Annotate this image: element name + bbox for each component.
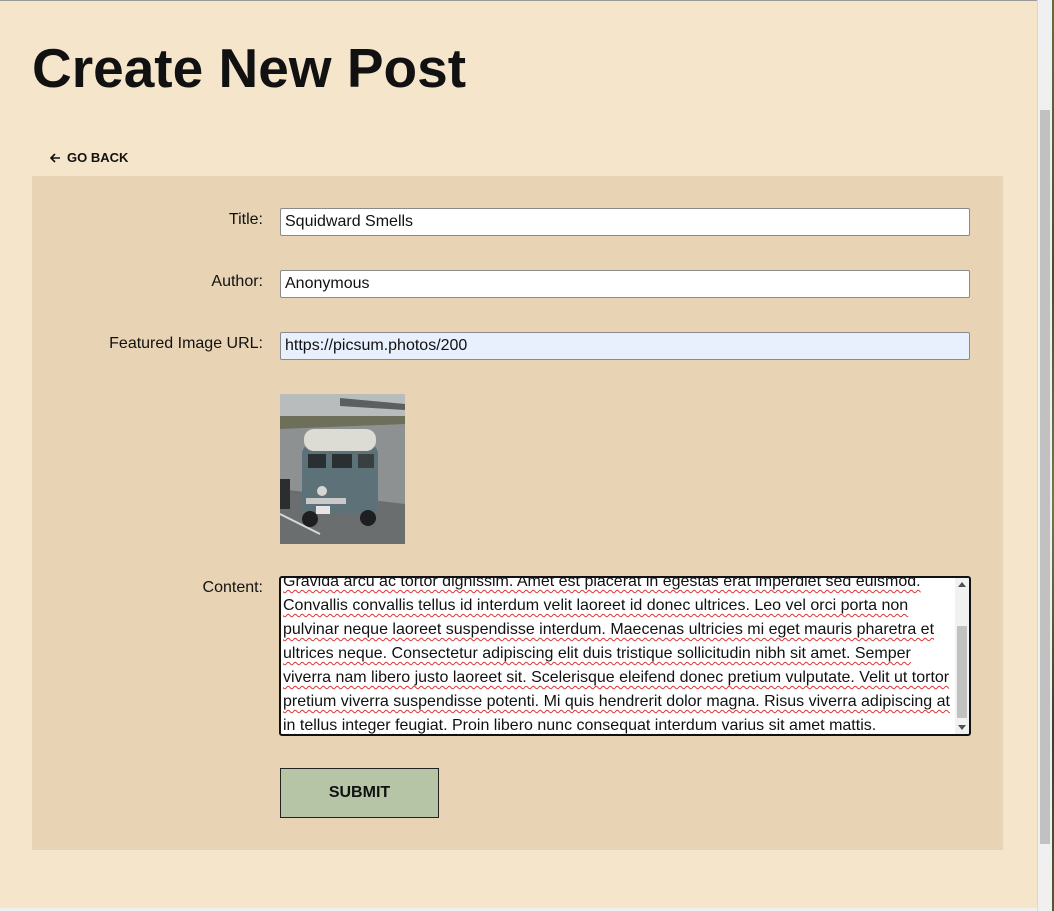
content-text: Gravida arcu ac tortor dignissim. Amet e… <box>283 576 951 734</box>
window-top-border <box>0 0 1054 1</box>
van-photo <box>280 394 405 544</box>
go-back-label: GO BACK <box>67 150 129 165</box>
content-scrollbar[interactable] <box>955 578 969 734</box>
content-line: viverra nam libero justo laoreet sit. Sc… <box>283 669 950 686</box>
page-scrollbar-thumb[interactable] <box>1040 110 1050 844</box>
page-title: Create New Post <box>32 37 467 99</box>
featured-image-url-input[interactable] <box>280 332 970 360</box>
submit-button[interactable]: SUBMIT <box>280 768 439 818</box>
content-line: pretium viverra suspendisse potenti. Mi … <box>283 693 950 710</box>
content-line: Gravida arcu ac tortor dignissim. Amet e… <box>283 576 921 590</box>
scroll-up-arrow-icon[interactable] <box>958 582 966 587</box>
title-input[interactable] <box>280 208 970 236</box>
content-line: pulvinar neque laoreet suspendisse inter… <box>283 621 935 638</box>
content-label: Content: <box>202 579 263 596</box>
featured-image-label: Featured Image URL: <box>109 335 263 352</box>
author-input[interactable] <box>280 270 970 298</box>
arrow-left-icon <box>49 152 60 163</box>
content-textarea[interactable]: Gravida arcu ac tortor dignissim. Amet e… <box>279 576 971 736</box>
content-scrollbar-thumb[interactable] <box>957 626 967 718</box>
content-line: Convallis convallis tellus id interdum v… <box>283 597 909 614</box>
author-label: Author: <box>211 273 263 290</box>
post-form: Title: Author: Featured Image URL: Conte… <box>32 176 1003 850</box>
content-line: in tellus integer feugiat. Proin libero … <box>283 717 877 734</box>
page-scrollbar[interactable] <box>1037 0 1052 911</box>
title-label: Title: <box>228 211 263 228</box>
scroll-down-arrow-icon[interactable] <box>958 725 966 730</box>
content-line: ultrices neque. Consectetur adipiscing e… <box>283 645 911 662</box>
featured-image-preview <box>280 394 405 544</box>
go-back-link[interactable]: GO BACK <box>49 150 128 165</box>
